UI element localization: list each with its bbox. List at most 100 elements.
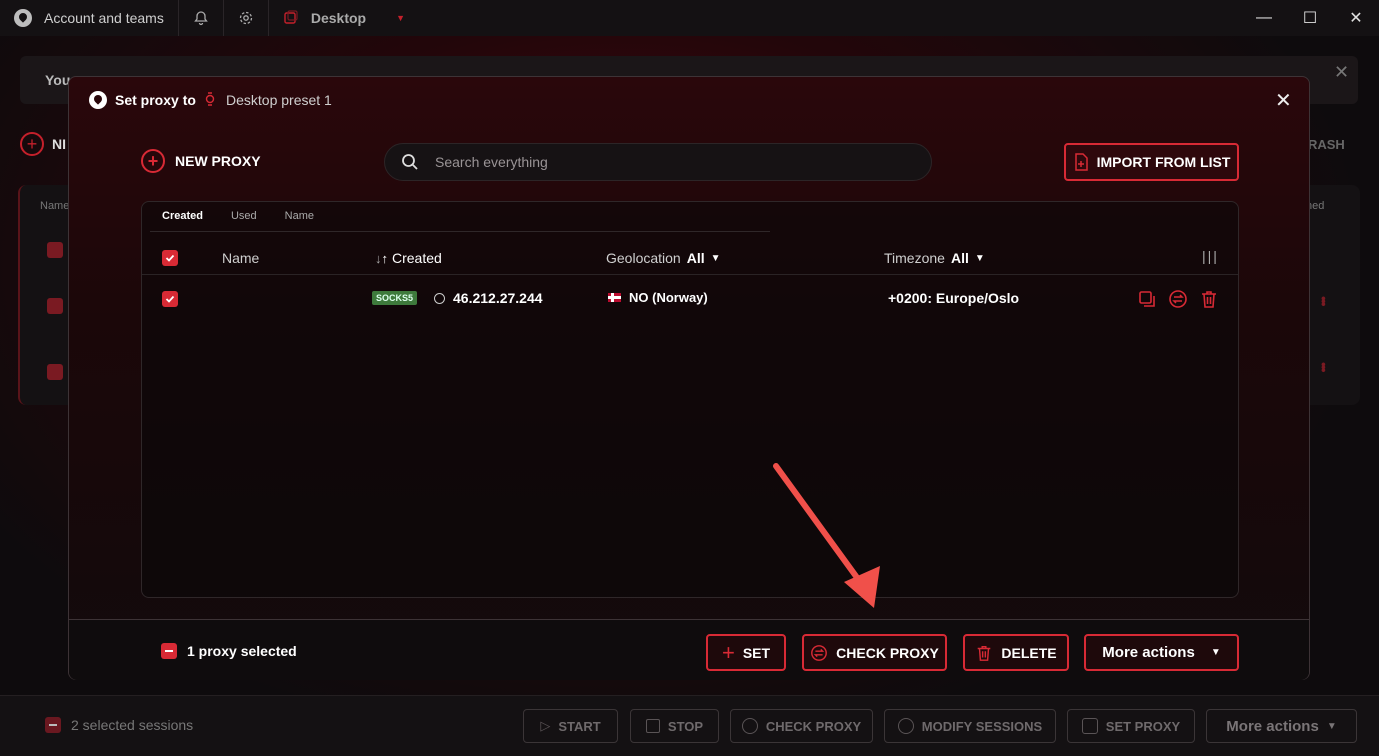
- modify-sessions-label: MODIFY SESSIONS: [921, 718, 1043, 734]
- account-label: Account and teams: [44, 10, 164, 26]
- geolocation-filter-value: All: [686, 250, 705, 266]
- import-from-list-button[interactable]: IMPORT FROM LIST: [1064, 143, 1239, 181]
- new-proxy-label: NEW PROXY: [175, 153, 261, 169]
- trash-icon[interactable]: [1199, 289, 1219, 309]
- play-icon: ▷: [540, 718, 551, 733]
- sort-tab-name[interactable]: Name: [285, 210, 314, 222]
- import-label: IMPORT FROM LIST: [1096, 154, 1231, 170]
- chevron-down-icon: ▼: [1326, 720, 1337, 732]
- background-checkbox[interactable]: [47, 242, 63, 258]
- proxy-timezone-cell: +0200: Europe/Oslo: [888, 290, 1019, 306]
- column-header-name[interactable]: Name: [222, 242, 259, 274]
- check-icon: [165, 254, 175, 262]
- table-row[interactable]: [162, 283, 178, 315]
- title-bar: Account and teams Desktop ▼ — ☐ ✕: [0, 0, 1379, 36]
- deselect-icon[interactable]: [161, 643, 177, 659]
- sort-arrows-icon: ↓↑: [375, 250, 388, 266]
- check-icon: [165, 295, 175, 303]
- more-actions-button[interactable]: More actions ▼: [1084, 634, 1239, 671]
- file-import-icon: [1074, 153, 1088, 171]
- columns-settings-icon[interactable]: |||: [1202, 248, 1219, 264]
- column-geolocation-label: Geolocation: [606, 250, 681, 266]
- column-timezone-label: Timezone: [884, 250, 945, 266]
- background-selection-text: 2 selected sessions: [71, 717, 194, 733]
- app-logo-icon: [89, 91, 107, 109]
- app-logo-icon: [14, 9, 32, 27]
- sort-tabs: Created Used Name: [162, 210, 314, 222]
- trash-icon: [978, 645, 991, 661]
- close-window-button[interactable]: ✕: [1333, 0, 1379, 36]
- minimize-button[interactable]: —: [1241, 0, 1287, 36]
- timezone-filter-value: All: [950, 250, 969, 266]
- notifications-button[interactable]: [179, 0, 224, 36]
- background-more-actions-button[interactable]: More actions ▼: [1206, 709, 1357, 743]
- set-proxy-button[interactable]: SET PROXY: [1067, 709, 1195, 743]
- set-button[interactable]: + SET: [706, 634, 786, 671]
- divider: [150, 231, 770, 232]
- sort-tab-used[interactable]: Used: [231, 210, 257, 222]
- divider: [142, 274, 1238, 275]
- select-all-checkbox[interactable]: [162, 250, 178, 266]
- proxy-list-panel: Created Used Name Name ↓↑ Created Geoloc…: [141, 201, 1239, 598]
- preset-name: Desktop preset 1: [226, 92, 332, 108]
- search-box[interactable]: [384, 143, 932, 181]
- row-checkbox[interactable]: [162, 291, 178, 307]
- column-header-timezone[interactable]: Timezone All ▼: [884, 242, 985, 274]
- workspace-label: Desktop: [310, 10, 367, 26]
- modal-close-button[interactable]: ✕: [1275, 88, 1292, 113]
- background-checkbox[interactable]: [47, 298, 63, 314]
- column-header-created[interactable]: ↓↑ Created: [375, 242, 442, 274]
- selection-status: 1 proxy selected: [161, 643, 297, 659]
- annotation-arrow-icon: [773, 463, 880, 608]
- chevron-down-icon: ▼: [396, 13, 406, 23]
- proxy-timezone: +0200: Europe/Oslo: [888, 290, 1020, 306]
- workspace-selector[interactable]: Desktop ▼: [269, 0, 419, 36]
- column-name-label: Name: [222, 250, 260, 266]
- sort-tab-created[interactable]: Created: [162, 210, 203, 222]
- background-column-name: Name: [40, 200, 70, 212]
- column-header-geolocation[interactable]: Geolocation All ▼: [606, 242, 721, 274]
- background-row-menu-icon[interactable]: •••: [1316, 362, 1332, 371]
- set-label: SET: [742, 644, 771, 661]
- modify-sessions-button[interactable]: MODIFY SESSIONS: [884, 709, 1056, 743]
- proxy-geo-cell: NO (Norway): [608, 290, 708, 305]
- search-input[interactable]: [433, 153, 877, 171]
- upload-icon: [897, 718, 914, 734]
- copy-icon[interactable]: [1137, 289, 1157, 309]
- status-circle-icon: [434, 292, 445, 304]
- background-new-button[interactable]: +: [20, 132, 44, 156]
- delete-label: DELETE: [1001, 644, 1057, 661]
- check-proxy-button[interactable]: CHECK PROXY: [802, 634, 947, 671]
- settings-button[interactable]: [224, 0, 269, 36]
- proxy-geo: NO (Norway): [629, 290, 708, 305]
- modal-footer: 1 proxy selected + SET CHECK PROXY DELET…: [69, 619, 1309, 680]
- modal-title: Set proxy to: [115, 92, 196, 108]
- check-proxy-icon[interactable]: [1168, 289, 1188, 309]
- preset-icon: [205, 92, 215, 106]
- deselect-icon[interactable]: [45, 717, 61, 733]
- background-selection-status: 2 selected sessions: [45, 717, 193, 733]
- new-proxy-button[interactable]: + NEW PROXY: [141, 149, 261, 173]
- start-button[interactable]: ▷ START: [523, 709, 618, 743]
- background-check-proxy-label: CHECK PROXY: [765, 718, 862, 734]
- background-check-proxy-button[interactable]: CHECK PROXY: [730, 709, 873, 743]
- background-checkbox[interactable]: [47, 364, 63, 380]
- proxy-type-badge: SOCKS5: [372, 291, 418, 305]
- set-proxy-modal: Set proxy to Desktop preset 1 ✕ + NEW PR…: [68, 76, 1310, 680]
- background-row-menu-icon[interactable]: •••: [1316, 296, 1332, 305]
- banner-close-icon[interactable]: ✕: [1334, 62, 1349, 83]
- chevron-down-icon: ▼: [974, 252, 985, 264]
- norway-flag-icon: [608, 293, 621, 302]
- desktop-workspace-icon: [284, 10, 298, 24]
- background-more-actions-label: More actions: [1226, 717, 1319, 735]
- maximize-button[interactable]: ☐: [1287, 0, 1333, 36]
- account-menu[interactable]: Account and teams: [0, 0, 179, 36]
- plus-icon: +: [721, 639, 735, 665]
- column-created-label: Created: [392, 250, 442, 266]
- proxy-ip-cell: 46.212.27.244: [434, 290, 543, 306]
- bell-icon: [194, 11, 208, 26]
- plus-icon: +: [141, 149, 165, 173]
- stop-button[interactable]: STOP: [630, 709, 719, 743]
- swap-icon: [1081, 718, 1098, 734]
- delete-button[interactable]: DELETE: [963, 634, 1069, 671]
